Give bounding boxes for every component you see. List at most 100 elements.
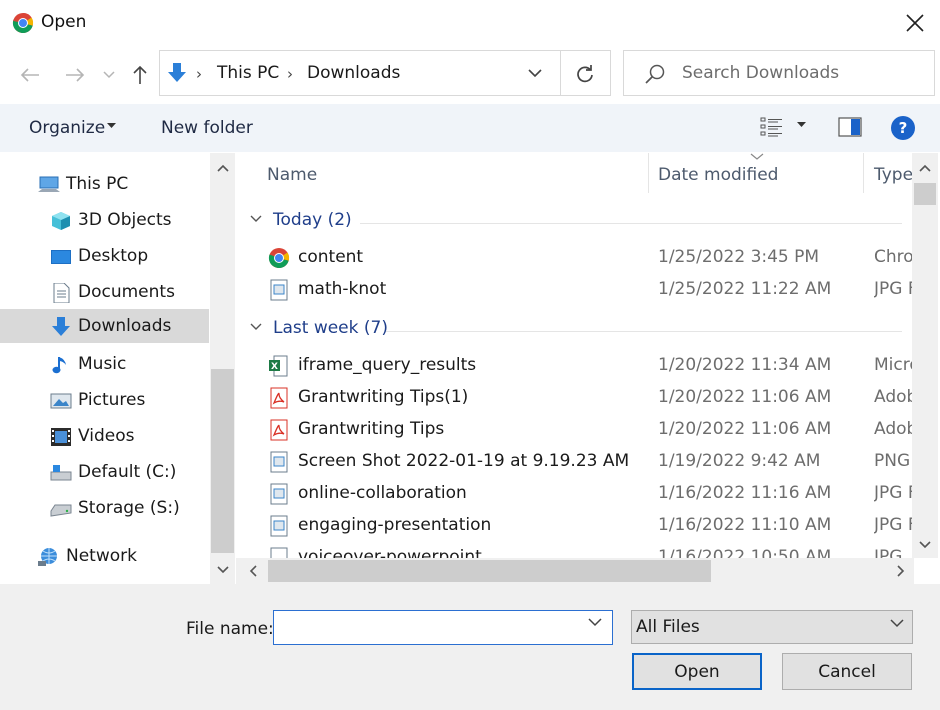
- scroll-thumb[interactable]: [914, 183, 936, 205]
- file-row[interactable]: engaging-presentation 1/16/2022 11:10 AM…: [236, 510, 914, 542]
- open-button-label: Open: [674, 661, 720, 682]
- scroll-right-button[interactable]: [888, 558, 914, 584]
- search-box[interactable]: [623, 50, 935, 96]
- help-button[interactable]: ?: [891, 116, 915, 140]
- address-separator: [560, 51, 561, 95]
- file-row[interactable]: Screen Shot 2022-01-19 at 9.19.23 AM 1/1…: [236, 446, 910, 478]
- document-icon: [53, 283, 70, 303]
- preview-pane-icon[interactable]: [838, 117, 862, 137]
- address-dropdown-button[interactable]: [522, 61, 548, 85]
- file-name-combobox[interactable]: [273, 610, 613, 645]
- excel-icon: X: [269, 355, 288, 377]
- image-file-icon: [270, 279, 288, 301]
- sidebar-item-default-c[interactable]: Default (C:): [0, 455, 209, 489]
- column-header-name[interactable]: Name: [267, 165, 317, 185]
- sidebar-item-label: Documents: [78, 282, 175, 302]
- sidebar-item-3d-objects[interactable]: 3D Objects: [0, 203, 209, 237]
- cube-icon: [52, 212, 70, 230]
- pc-icon: [38, 176, 60, 192]
- open-button[interactable]: Open: [632, 653, 762, 690]
- close-button[interactable]: [896, 6, 934, 40]
- file-date: 1/16/2022 10:50 AM: [658, 547, 832, 558]
- scroll-down-button[interactable]: [912, 534, 938, 556]
- file-type: Adob: [874, 387, 914, 407]
- organize-button[interactable]: Organize: [29, 118, 105, 138]
- chrome-icon: [12, 12, 34, 34]
- recent-locations-button[interactable]: [96, 60, 122, 90]
- sidebar-item-desktop[interactable]: Desktop: [0, 239, 209, 273]
- file-type: Micro: [874, 355, 914, 375]
- sidebar-item-label: Default (C:): [78, 462, 177, 482]
- scroll-up-button[interactable]: [912, 157, 938, 179]
- file-row[interactable]: online-collaboration 1/16/2022 11:16 AM …: [236, 478, 914, 510]
- scroll-left-button[interactable]: [240, 558, 266, 584]
- sidebar-item-documents[interactable]: Documents: [0, 275, 209, 309]
- breadcrumb-this-pc[interactable]: This PC: [217, 63, 279, 83]
- group-header-last-week[interactable]: Last week (7): [236, 314, 906, 344]
- caret-down-icon[interactable]: [797, 122, 806, 128]
- chevron-down-icon: [250, 215, 262, 222]
- sidebar-item-label: Music: [78, 354, 127, 374]
- column-separator[interactable]: [648, 153, 649, 193]
- sidebar-item-label: Videos: [78, 426, 135, 446]
- file-row[interactable]: Grantwriting Tips 1/20/2022 11:06 AM Ado…: [236, 414, 914, 446]
- file-date: 1/20/2022 11:34 AM: [658, 355, 832, 375]
- chevron-up-icon: [919, 164, 931, 172]
- scroll-up-button[interactable]: [210, 157, 235, 179]
- file-name-input[interactable]: [280, 616, 580, 640]
- sidebar-item-label: 3D Objects: [78, 210, 172, 230]
- file-row[interactable]: X iframe_query_results 1/20/2022 11:34 A…: [236, 350, 914, 382]
- sidebar-item-label: Storage (S:): [78, 498, 180, 518]
- chevron-down-icon: [890, 619, 904, 628]
- search-input[interactable]: [682, 63, 922, 83]
- chevron-down-icon[interactable]: [588, 618, 602, 627]
- file-type-select[interactable]: All Files: [631, 610, 913, 644]
- chrome-icon: [268, 248, 290, 269]
- sidebar-item-label: Downloads: [78, 316, 172, 336]
- address-bar[interactable]: › This PC › Downloads: [159, 50, 611, 96]
- file-type: Chro: [874, 247, 914, 267]
- sidebar-item-downloads[interactable]: Downloads: [0, 309, 209, 343]
- sidebar-item-videos[interactable]: Videos: [0, 419, 209, 453]
- sidebar-item-pictures[interactable]: Pictures: [0, 383, 209, 417]
- close-icon: [906, 14, 924, 32]
- file-type: JPG F: [874, 515, 914, 535]
- forward-button[interactable]: [61, 60, 89, 90]
- file-date: 1/16/2022 11:16 AM: [658, 483, 832, 503]
- cancel-button[interactable]: Cancel: [782, 653, 912, 690]
- pdf-icon: [270, 419, 288, 441]
- file-row[interactable]: math-knot 1/25/2022 11:22 AM JPG F: [236, 274, 914, 306]
- file-row[interactable]: content 1/25/2022 3:45 PM Chro: [236, 242, 914, 274]
- column-header-date-modified[interactable]: Date modified: [658, 165, 778, 185]
- file-row[interactable]: Grantwriting Tips(1) 1/20/2022 11:06 AM …: [236, 382, 914, 414]
- bottom-panel: File name: All Files Open Cancel: [0, 584, 940, 710]
- column-separator[interactable]: [863, 153, 864, 193]
- drive-icon: [50, 465, 72, 481]
- navigation-pane: This PC 3D Objects Desktop Documents Dow…: [0, 153, 236, 584]
- file-name: iframe_query_results: [298, 355, 477, 375]
- scroll-down-button[interactable]: [210, 559, 235, 581]
- image-file-icon: [270, 483, 288, 505]
- file-row[interactable]: voiceover-powerpoint 1/16/2022 10:50 AM …: [236, 542, 906, 558]
- file-date: 1/20/2022 11:06 AM: [658, 387, 832, 407]
- back-button[interactable]: [16, 60, 44, 90]
- view-options-icon[interactable]: [760, 116, 784, 138]
- sidebar-item-network[interactable]: Network: [0, 539, 209, 573]
- scroll-thumb[interactable]: [268, 560, 711, 582]
- download-icon: [52, 317, 70, 336]
- sidebar-item-music[interactable]: Music: [0, 347, 209, 381]
- breadcrumb-downloads[interactable]: Downloads: [307, 63, 400, 83]
- chevron-down-icon: [103, 71, 115, 79]
- up-button[interactable]: [126, 60, 154, 90]
- download-icon: [168, 63, 186, 82]
- column-header-type[interactable]: Type: [874, 165, 913, 185]
- scroll-thumb[interactable]: [211, 369, 234, 553]
- sidebar-item-storage-s[interactable]: Storage (S:): [0, 491, 209, 525]
- refresh-button[interactable]: [568, 59, 602, 89]
- sidebar-item-label: Pictures: [78, 390, 146, 410]
- pictures-icon: [50, 393, 72, 409]
- group-header-today[interactable]: Today (2): [236, 206, 906, 236]
- sidebar-item-this-pc[interactable]: This PC: [0, 167, 209, 201]
- new-folder-button[interactable]: New folder: [161, 118, 253, 138]
- vertical-scrollbar[interactable]: [912, 153, 938, 558]
